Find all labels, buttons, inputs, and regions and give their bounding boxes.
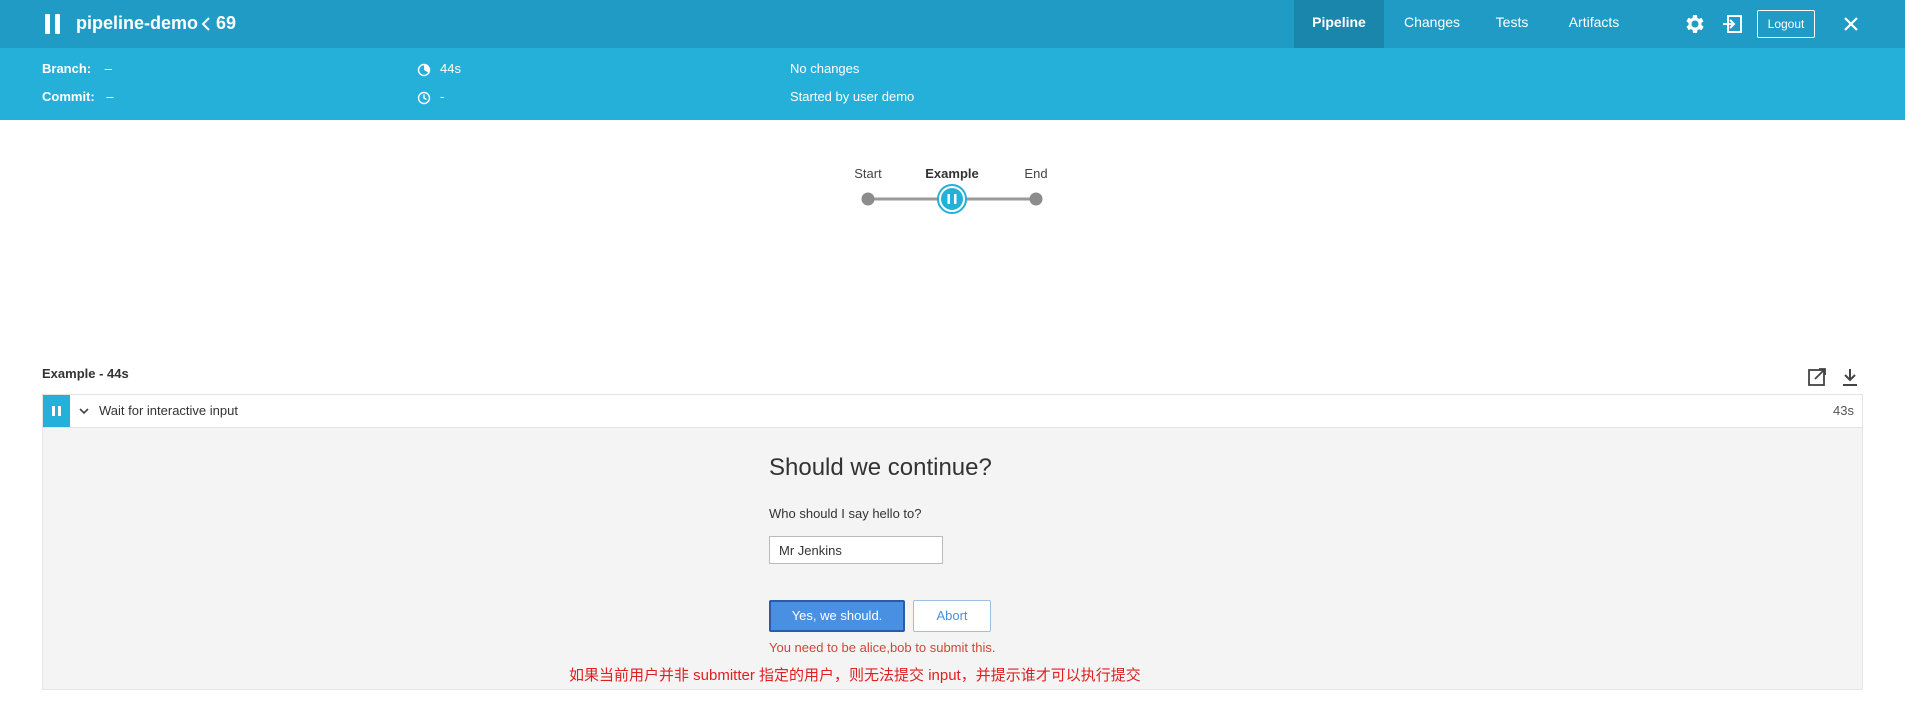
tab-tests[interactable]: Tests <box>1476 0 1548 48</box>
pipeline-graph: Start Example End <box>840 160 1060 220</box>
run-number: 69 <box>216 13 237 33</box>
started-ago: - <box>440 89 445 104</box>
download-icon[interactable] <box>1839 366 1861 388</box>
branch-label: Branch: <box>42 61 92 76</box>
pause-icon <box>947 194 950 204</box>
open-external-icon[interactable] <box>1806 366 1828 388</box>
duration-icon <box>417 63 431 77</box>
stage-label-example: Example <box>925 166 979 181</box>
stage-node-start <box>861 192 875 206</box>
exit-icon[interactable] <box>1721 12 1745 36</box>
chevron-down-icon[interactable] <box>77 404 91 418</box>
input-question-label: Who should I say hello to? <box>769 506 922 521</box>
close-icon[interactable] <box>1839 12 1863 36</box>
stage-label-start: Start <box>854 166 882 181</box>
proceed-button[interactable]: Yes, we should. <box>769 600 905 632</box>
stage-log-title: Example - 44s <box>42 366 129 381</box>
cause-info: Started by user demo <box>790 89 915 104</box>
stage-node-end <box>1029 192 1043 206</box>
top-bar: pipeline-demo 69 Pipeline Changes Tests … <box>0 0 1905 48</box>
submitter-error-message: You need to be alice,bob to submit this. <box>769 640 996 655</box>
branch-value: – <box>104 61 112 76</box>
stage-node-example <box>941 188 963 210</box>
input-request-panel: Should we continue? Who should I say hel… <box>42 428 1863 690</box>
gear-icon[interactable] <box>1683 12 1707 36</box>
logout-button[interactable]: Logout <box>1757 10 1815 38</box>
step-row[interactable]: Wait for interactive input 43s <box>42 394 1863 428</box>
tab-changes[interactable]: Changes <box>1392 0 1472 48</box>
paused-status-badge <box>43 395 70 427</box>
pipeline-name[interactable]: pipeline-demo <box>76 11 198 35</box>
abort-button[interactable]: Abort <box>913 600 991 632</box>
duration-value: 44s <box>440 61 461 76</box>
commit-info: Commit: – <box>42 88 114 106</box>
stage-connector <box>861 184 1043 214</box>
hello-name-input[interactable] <box>769 536 943 564</box>
chevron-left-icon[interactable] <box>197 15 215 33</box>
stage-label-end: End <box>1024 166 1048 181</box>
commit-value: – <box>106 89 114 104</box>
branch-info: Branch: – <box>42 60 112 78</box>
changes-info: No changes <box>790 61 860 76</box>
step-duration: 43s <box>1833 403 1854 418</box>
tab-pipeline[interactable]: Pipeline <box>1294 0 1384 48</box>
tab-artifacts[interactable]: Artifacts <box>1556 0 1632 48</box>
annotation-note: 如果当前用户并非 submitter 指定的用户，则无法提交 input，并提示… <box>569 667 1141 684</box>
commit-label: Commit: <box>42 89 95 104</box>
run-info-bar: Branch: – Commit: – 44s - No changes Sta… <box>0 48 1905 120</box>
input-form-title: Should we continue? <box>769 454 992 481</box>
pause-icon[interactable] <box>44 14 62 34</box>
step-label: Wait for interactive input <box>99 403 238 418</box>
clock-icon <box>417 91 431 105</box>
